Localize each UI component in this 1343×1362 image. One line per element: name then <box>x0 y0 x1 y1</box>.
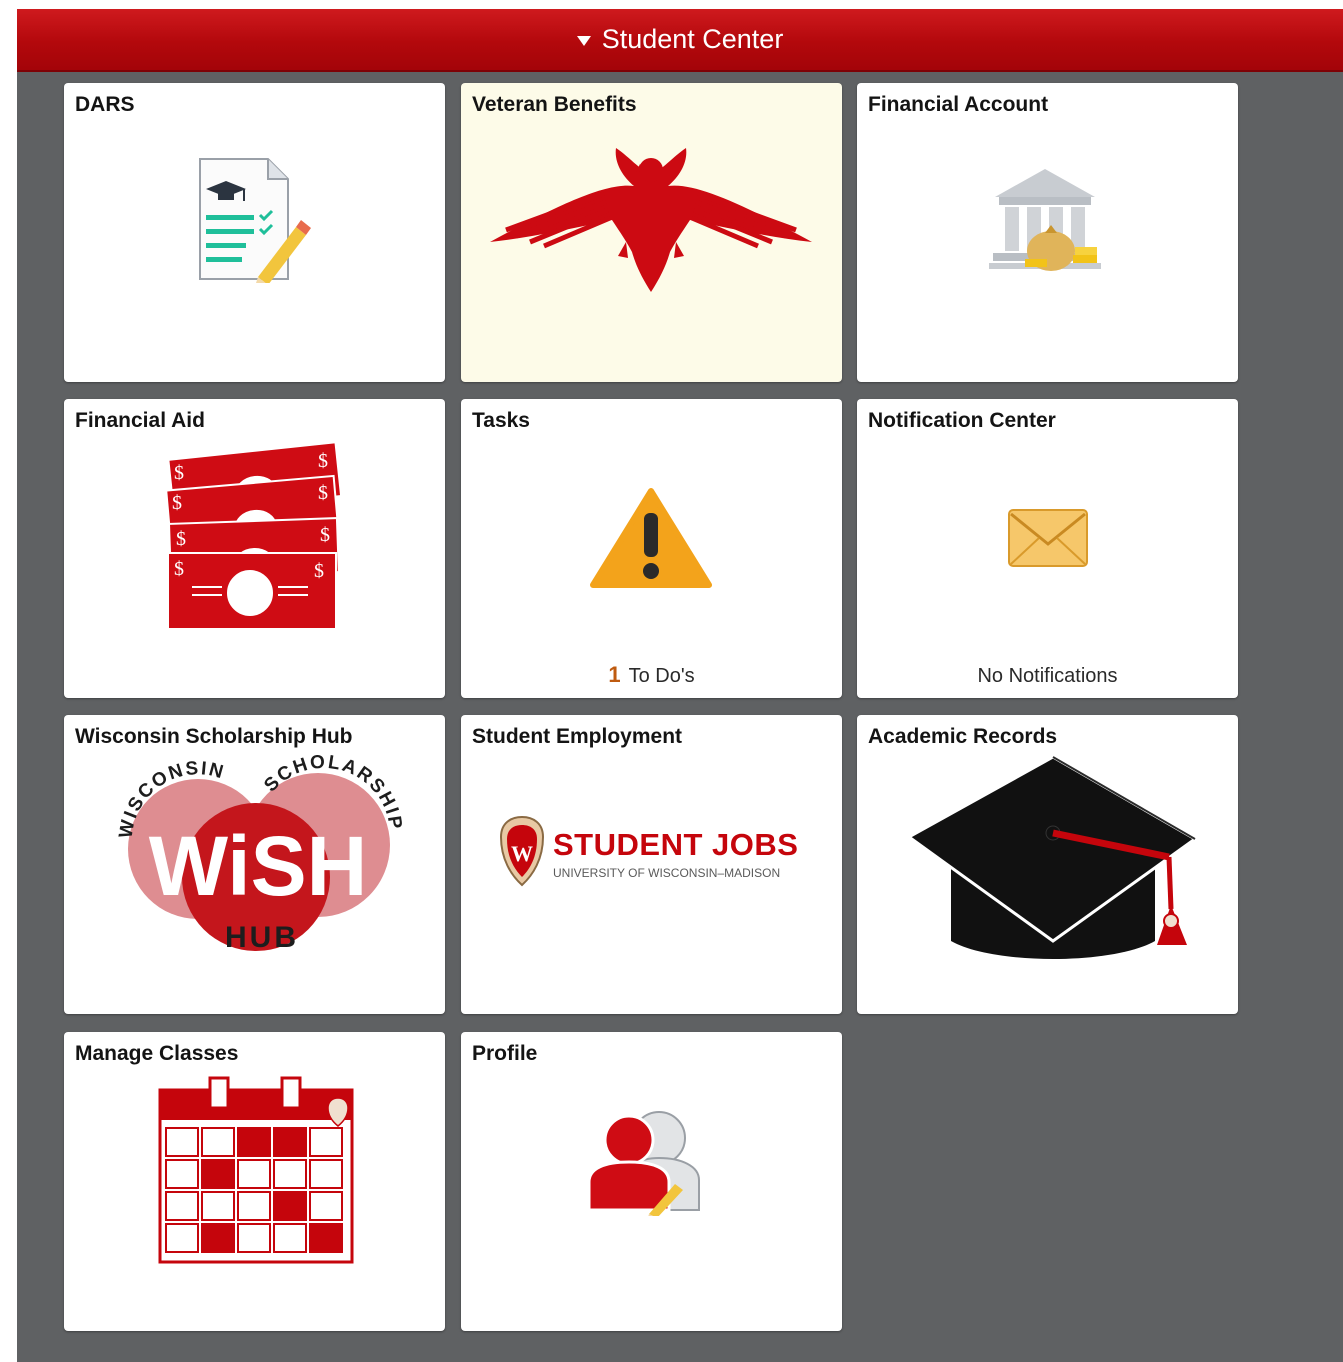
student-jobs-logo-text: STUDENT JOBS <box>553 827 799 862</box>
svg-text:$: $ <box>174 462 184 484</box>
tile-tasks[interactable]: Tasks 1 To Do's <box>461 399 842 698</box>
profile-people-icon <box>587 1111 700 1216</box>
bank-building-coins-icon <box>989 169 1101 271</box>
tile-title: Tasks <box>472 409 530 432</box>
tile-profile[interactable]: Profile <box>461 1032 842 1331</box>
notification-status: No Notifications <box>977 665 1118 687</box>
money-bills-icon: $ $ $ $ $ $ $ $ <box>165 441 343 630</box>
wish-logo: WISCONSIN SCHOLARSHIP WiSH HUB <box>115 753 403 953</box>
tile-title: Manage Classes <box>75 1042 239 1065</box>
wish-logo-text-hub: HUB <box>225 921 299 953</box>
svg-text:W: W <box>511 841 533 866</box>
tile-academic-records[interactable]: Academic Records <box>857 715 1238 1014</box>
tile-title: Academic Records <box>868 725 1058 748</box>
degree-audit-document-icon <box>199 158 311 283</box>
student-center-page: Student Center DARS Veteran Benefits Fin… <box>17 9 1343 1362</box>
tile-dars[interactable]: DARS <box>64 83 445 382</box>
todo-count-label: To Do's <box>628 665 695 687</box>
header-title: Student Center <box>601 24 784 54</box>
tile-title: Notification Center <box>868 409 1056 432</box>
caret-down-icon <box>576 35 591 46</box>
tile-title: Financial Account <box>868 93 1049 116</box>
tile-notification-center[interactable]: Notification Center No Notifications <box>857 399 1238 698</box>
warning-icon <box>590 488 712 588</box>
svg-text:$: $ <box>318 482 328 504</box>
tile-veteran-benefits[interactable]: Veteran Benefits <box>461 83 842 382</box>
uw-crest-icon: W <box>499 815 545 887</box>
tile-title: Veteran Benefits <box>472 93 637 116</box>
student-jobs-logo-subtext: UNIVERSITY OF WISCONSIN–MADISON <box>553 866 781 880</box>
tile-financial-account[interactable]: Financial Account <box>857 83 1238 382</box>
tile-student-employment[interactable]: Student Employment W STUDENT JOBS UNIVER… <box>461 715 842 1014</box>
tile-title: Wisconsin Scholarship Hub <box>75 725 353 748</box>
svg-text:$: $ <box>320 524 330 546</box>
svg-text:$: $ <box>314 560 324 582</box>
eagle-icon <box>490 148 812 292</box>
tile-title: Financial Aid <box>75 409 205 432</box>
envelope-icon <box>1008 509 1088 567</box>
svg-text:$: $ <box>174 558 184 580</box>
wish-logo-text-wish: WiSH <box>149 819 368 913</box>
todo-count: 1 To Do's <box>461 662 842 688</box>
svg-text:$: $ <box>318 450 328 472</box>
tile-title: DARS <box>75 93 135 116</box>
tile-financial-aid[interactable]: Financial Aid $ $ $ $ $ $ $ $ <box>64 399 445 698</box>
calendar-icon <box>158 1076 354 1264</box>
svg-text:$: $ <box>176 528 186 550</box>
tile-title: Profile <box>472 1042 538 1065</box>
student-center-header[interactable]: Student Center <box>17 9 1343 72</box>
tile-title: Student Employment <box>472 725 683 748</box>
todo-count-number: 1 <box>608 662 621 687</box>
tile-wisconsin-scholarship-hub[interactable]: Wisconsin Scholarship Hub WISCONSIN SCHO… <box>64 715 445 1014</box>
svg-text:$: $ <box>172 492 182 514</box>
graduation-cap-icon <box>906 755 1198 959</box>
tile-manage-classes[interactable]: Manage Classes <box>64 1032 445 1331</box>
